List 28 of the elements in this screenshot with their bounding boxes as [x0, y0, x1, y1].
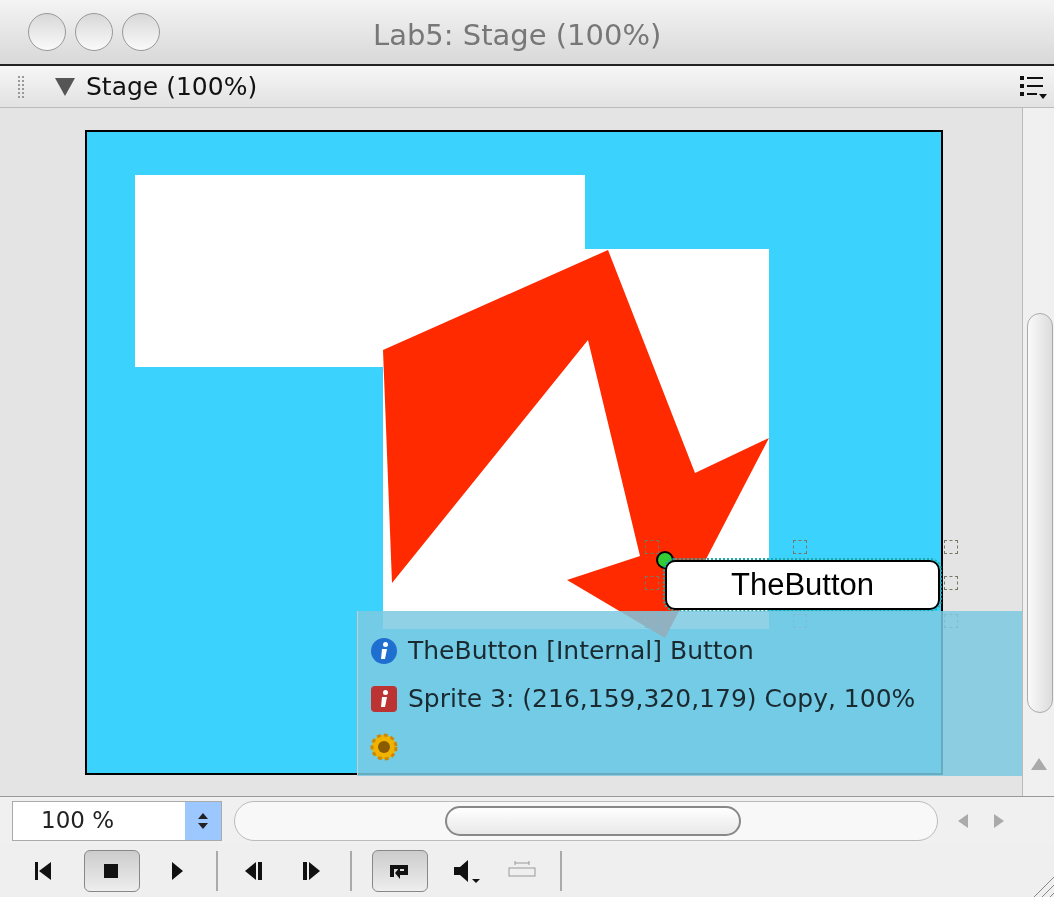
scroll-up-arrow-icon[interactable]	[1031, 758, 1047, 770]
sprite-info-icon	[370, 685, 398, 713]
horizontal-scrollbar[interactable]	[234, 800, 938, 841]
info-text: TheButton [Internal] Button	[408, 635, 754, 668]
selection-handle[interactable]	[793, 540, 807, 554]
selection-handle[interactable]	[944, 576, 958, 590]
selection-handle[interactable]	[645, 576, 659, 590]
info-text: Sprite 3: (216,159,320,179) Copy, 100%	[408, 683, 916, 716]
stop-button[interactable]	[84, 849, 140, 892]
scroll-right-arrow-icon[interactable]	[994, 813, 1004, 828]
zoom-field[interactable]: 100 %	[12, 800, 222, 841]
scroll-thumb[interactable]	[445, 805, 741, 836]
zoom-button[interactable]	[122, 13, 160, 51]
stepper-icon[interactable]	[185, 801, 221, 840]
grip-icon	[18, 75, 24, 98]
gear-icon	[370, 733, 398, 761]
window-title: Lab5: Stage (100%)	[373, 17, 662, 54]
selection-handle[interactable]	[645, 540, 659, 554]
panel-title: Stage (100%)	[86, 70, 258, 103]
selection-handle[interactable]	[944, 540, 958, 554]
scroll-left-arrow-icon[interactable]	[958, 813, 968, 828]
close-button[interactable]	[28, 13, 66, 51]
minimize-button[interactable]	[75, 13, 113, 51]
the-button-sprite[interactable]: TheButton	[665, 560, 940, 610]
info-icon	[370, 637, 398, 665]
vertical-scrollbar[interactable]	[1022, 108, 1054, 796]
loop-button[interactable]	[372, 849, 428, 892]
scroll-thumb[interactable]	[1027, 313, 1053, 713]
